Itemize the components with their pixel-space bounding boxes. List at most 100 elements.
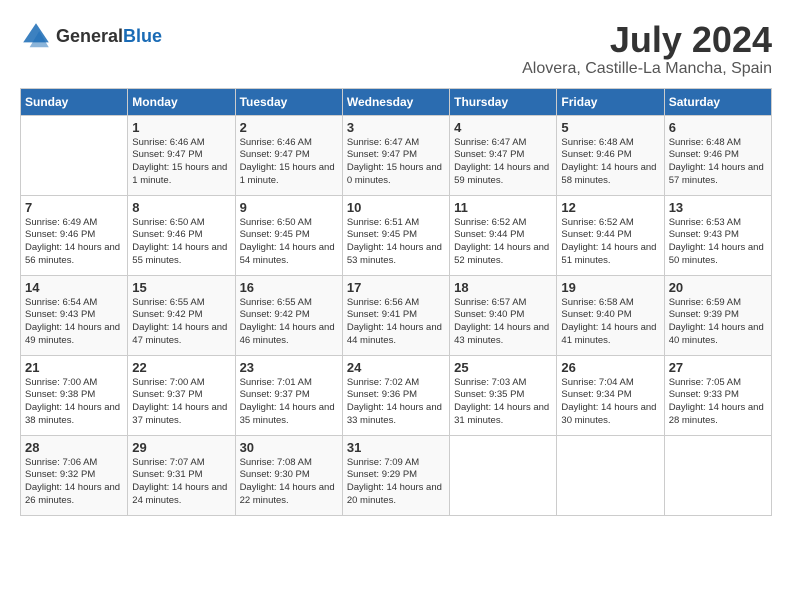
cell-info: Sunrise: 6:57 AM Sunset: 9:40 PM Dayligh…	[454, 297, 552, 348]
cell-info: Sunrise: 6:52 AM Sunset: 9:44 PM Dayligh…	[561, 217, 659, 268]
day-number: 12	[561, 200, 659, 215]
day-number: 1	[132, 120, 230, 135]
day-number: 21	[25, 360, 123, 375]
cell-info: Sunrise: 6:56 AM Sunset: 9:41 PM Dayligh…	[347, 297, 445, 348]
day-number: 9	[240, 200, 338, 215]
cell-info: Sunrise: 6:46 AM Sunset: 9:47 PM Dayligh…	[240, 137, 338, 188]
calendar-cell: 18 Sunrise: 6:57 AM Sunset: 9:40 PM Dayli…	[450, 275, 557, 355]
day-number: 8	[132, 200, 230, 215]
day-number: 5	[561, 120, 659, 135]
cell-info: Sunrise: 7:00 AM Sunset: 9:37 PM Dayligh…	[132, 377, 230, 428]
calendar-cell: 19Sunrise: 6:58 AM Sunset: 9:40 PM Dayli…	[557, 275, 664, 355]
calendar-cell: 29 Sunrise: 7:07 AM Sunset: 9:31 PM Dayli…	[128, 435, 235, 515]
cell-info: Sunrise: 6:59 AM Sunset: 9:39 PM Dayligh…	[669, 297, 767, 348]
calendar-cell: 14Sunrise: 6:54 AM Sunset: 9:43 PM Dayli…	[21, 275, 128, 355]
day-number: 10	[347, 200, 445, 215]
cell-info: Sunrise: 7:02 AM Sunset: 9:36 PM Dayligh…	[347, 377, 445, 428]
calendar-cell: 4Sunrise: 6:47 AM Sunset: 9:47 PM Daylig…	[450, 115, 557, 195]
cell-info: Sunrise: 7:09 AM Sunset: 9:29 PM Dayligh…	[347, 457, 445, 508]
day-number: 2	[240, 120, 338, 135]
cell-info: Sunrise: 6:48 AM Sunset: 9:46 PM Dayligh…	[669, 137, 767, 188]
generalblue-icon	[20, 20, 52, 52]
cell-info: Sunrise: 7:00 AM Sunset: 9:38 PM Dayligh…	[25, 377, 123, 428]
day-number: 19	[561, 280, 659, 295]
day-number: 3	[347, 120, 445, 135]
day-number: 29	[132, 440, 230, 455]
calendar-cell	[664, 435, 771, 515]
calendar-cell: 15Sunrise: 6:55 AM Sunset: 9:42 PM Dayli…	[128, 275, 235, 355]
calendar-week-row: 21 Sunrise: 7:00 AM Sunset: 9:38 PM Dayli…	[21, 355, 772, 435]
day-number: 26	[561, 360, 659, 375]
day-header-wednesday: Wednesday	[342, 88, 449, 115]
cell-info: Sunrise: 6:51 AM Sunset: 9:45 PM Dayligh…	[347, 217, 445, 268]
calendar-header: SundayMondayTuesdayWednesdayThursdayFrid…	[21, 88, 772, 115]
cell-info: Sunrise: 6:47 AM Sunset: 9:47 PM Dayligh…	[347, 137, 445, 188]
logo-general-text: General	[56, 26, 123, 46]
calendar-cell: 7Sunrise: 6:49 AM Sunset: 9:46 PM Daylig…	[21, 195, 128, 275]
day-header-tuesday: Tuesday	[235, 88, 342, 115]
calendar-week-row: 28Sunrise: 7:06 AM Sunset: 9:32 PM Dayli…	[21, 435, 772, 515]
calendar-cell: 13 Sunrise: 6:53 AM Sunset: 9:43 PM Dayli…	[664, 195, 771, 275]
day-number: 23	[240, 360, 338, 375]
calendar-cell: 25Sunrise: 7:03 AM Sunset: 9:35 PM Dayli…	[450, 355, 557, 435]
calendar-week-row: 1 Sunrise: 6:46 AM Sunset: 9:47 PM Daylig…	[21, 115, 772, 195]
day-number: 17	[347, 280, 445, 295]
calendar-table: SundayMondayTuesdayWednesdayThursdayFrid…	[20, 88, 772, 516]
day-header-sunday: Sunday	[21, 88, 128, 115]
calendar-cell	[450, 435, 557, 515]
day-number: 28	[25, 440, 123, 455]
day-number: 31	[347, 440, 445, 455]
title-block: July 2024 Alovera, Castille-La Mancha, S…	[522, 20, 772, 78]
cell-info: Sunrise: 6:55 AM Sunset: 9:42 PM Dayligh…	[240, 297, 338, 348]
calendar-cell: 6 Sunrise: 6:48 AM Sunset: 9:46 PM Daylig…	[664, 115, 771, 195]
calendar-cell: 24Sunrise: 7:02 AM Sunset: 9:36 PM Dayli…	[342, 355, 449, 435]
cell-info: Sunrise: 6:50 AM Sunset: 9:45 PM Dayligh…	[240, 217, 338, 268]
logo: GeneralBlue	[20, 20, 162, 52]
day-number: 27	[669, 360, 767, 375]
calendar-cell: 26 Sunrise: 7:04 AM Sunset: 9:34 PM Dayli…	[557, 355, 664, 435]
day-number: 14	[25, 280, 123, 295]
month-title: July 2024	[522, 20, 772, 60]
calendar-cell: 22Sunrise: 7:00 AM Sunset: 9:37 PM Dayli…	[128, 355, 235, 435]
cell-info: Sunrise: 6:47 AM Sunset: 9:47 PM Dayligh…	[454, 137, 552, 188]
day-header-monday: Monday	[128, 88, 235, 115]
day-header-thursday: Thursday	[450, 88, 557, 115]
day-number: 30	[240, 440, 338, 455]
calendar-cell: 3 Sunrise: 6:47 AM Sunset: 9:47 PM Daylig…	[342, 115, 449, 195]
cell-info: Sunrise: 7:04 AM Sunset: 9:34 PM Dayligh…	[561, 377, 659, 428]
cell-info: Sunrise: 6:46 AM Sunset: 9:47 PM Dayligh…	[132, 137, 230, 188]
day-number: 11	[454, 200, 552, 215]
cell-info: Sunrise: 6:52 AM Sunset: 9:44 PM Dayligh…	[454, 217, 552, 268]
calendar-cell: 21 Sunrise: 7:00 AM Sunset: 9:38 PM Dayli…	[21, 355, 128, 435]
day-number: 13	[669, 200, 767, 215]
day-number: 15	[132, 280, 230, 295]
calendar-cell: 5Sunrise: 6:48 AM Sunset: 9:46 PM Daylig…	[557, 115, 664, 195]
day-number: 20	[669, 280, 767, 295]
calendar-cell: 10 Sunrise: 6:51 AM Sunset: 9:45 PM Dayli…	[342, 195, 449, 275]
calendar-cell: 30 Sunrise: 7:08 AM Sunset: 9:30 PM Dayli…	[235, 435, 342, 515]
calendar-cell: 27 Sunrise: 7:05 AM Sunset: 9:33 PM Dayli…	[664, 355, 771, 435]
calendar-cell: 16 Sunrise: 6:55 AM Sunset: 9:42 PM Dayli…	[235, 275, 342, 355]
page-header: GeneralBlue July 2024 Alovera, Castille-…	[20, 20, 772, 78]
day-number: 7	[25, 200, 123, 215]
calendar-cell	[21, 115, 128, 195]
calendar-cell: 20 Sunrise: 6:59 AM Sunset: 9:39 PM Dayli…	[664, 275, 771, 355]
calendar-cell: 28Sunrise: 7:06 AM Sunset: 9:32 PM Dayli…	[21, 435, 128, 515]
day-header-saturday: Saturday	[664, 88, 771, 115]
calendar-body: 1 Sunrise: 6:46 AM Sunset: 9:47 PM Daylig…	[21, 115, 772, 515]
logo-blue-text: Blue	[123, 26, 162, 46]
calendar-cell: 12 Sunrise: 6:52 AM Sunset: 9:44 PM Dayli…	[557, 195, 664, 275]
day-number: 6	[669, 120, 767, 135]
calendar-cell: 2 Sunrise: 6:46 AM Sunset: 9:47 PM Daylig…	[235, 115, 342, 195]
cell-info: Sunrise: 7:07 AM Sunset: 9:31 PM Dayligh…	[132, 457, 230, 508]
calendar-week-row: 14Sunrise: 6:54 AM Sunset: 9:43 PM Dayli…	[21, 275, 772, 355]
cell-info: Sunrise: 6:53 AM Sunset: 9:43 PM Dayligh…	[669, 217, 767, 268]
day-number: 16	[240, 280, 338, 295]
day-number: 18	[454, 280, 552, 295]
cell-info: Sunrise: 7:05 AM Sunset: 9:33 PM Dayligh…	[669, 377, 767, 428]
cell-info: Sunrise: 6:50 AM Sunset: 9:46 PM Dayligh…	[132, 217, 230, 268]
days-header-row: SundayMondayTuesdayWednesdayThursdayFrid…	[21, 88, 772, 115]
calendar-cell: 23Sunrise: 7:01 AM Sunset: 9:37 PM Dayli…	[235, 355, 342, 435]
cell-info: Sunrise: 7:03 AM Sunset: 9:35 PM Dayligh…	[454, 377, 552, 428]
cell-info: Sunrise: 7:08 AM Sunset: 9:30 PM Dayligh…	[240, 457, 338, 508]
